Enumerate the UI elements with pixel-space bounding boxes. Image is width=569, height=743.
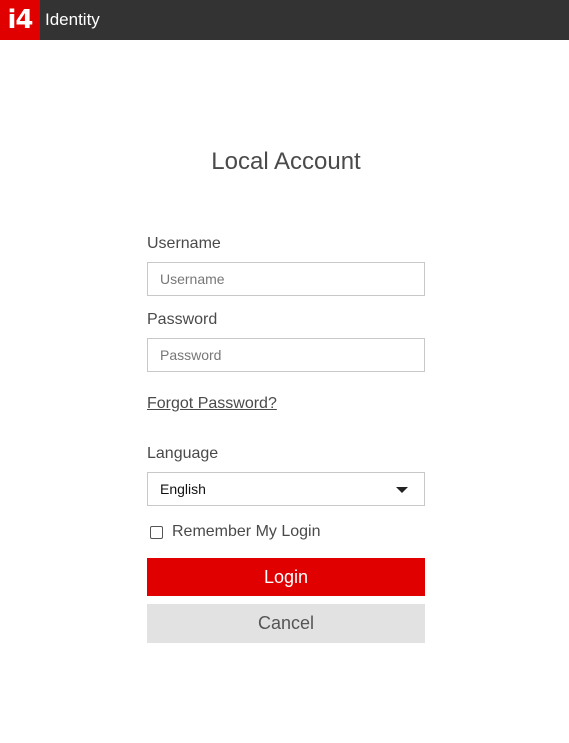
page-title: Local Account (211, 148, 361, 175)
language-selected-value: English (160, 481, 206, 497)
username-input[interactable] (147, 262, 425, 296)
forgot-password-link[interactable]: Forgot Password? (147, 395, 277, 413)
remember-login-row: Remember My Login (150, 522, 321, 542)
chevron-down-icon (396, 487, 408, 493)
language-label: Language (147, 445, 219, 462)
login-button[interactable]: Login (147, 558, 425, 596)
remember-login-checkbox[interactable] (150, 525, 163, 539)
cancel-button[interactable]: Cancel (147, 604, 425, 643)
app-name: Identity (45, 10, 100, 29)
remember-login-label[interactable]: Remember My Login (172, 523, 321, 541)
language-select[interactable]: English (147, 472, 425, 506)
password-input[interactable] (147, 338, 425, 372)
username-label: Username (147, 235, 221, 252)
password-label: Password (147, 311, 218, 328)
brand-logo: i4 (0, 0, 40, 40)
top-bar: i4 Identity (0, 0, 569, 40)
